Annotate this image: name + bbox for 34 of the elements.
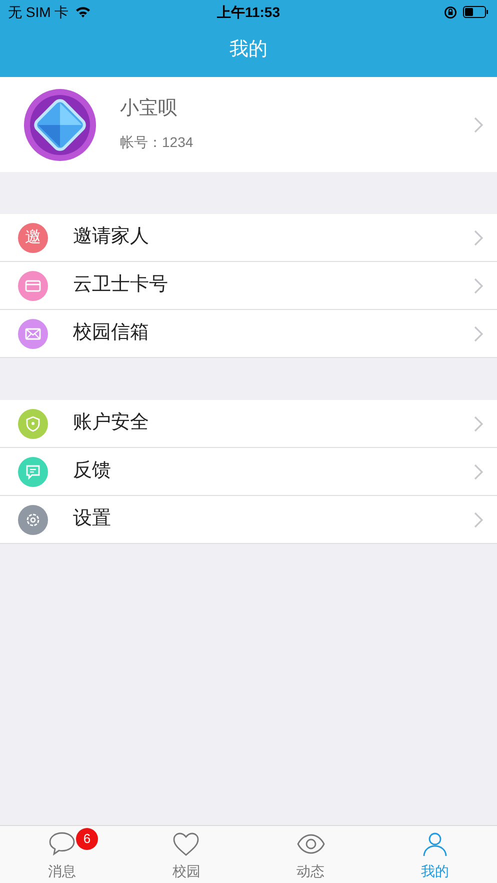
battery-icon [462,6,489,18]
menu-item[interactable]: 设置 [0,496,497,544]
wifi-icon [74,6,91,18]
tab-item[interactable]: 动态 [248,826,373,883]
rotation-lock-icon [444,6,457,18]
tab-item[interactable]: 消息 6 [0,826,124,883]
carrier-label: 无 SIM 卡 [8,2,69,22]
avatar-icon [24,88,96,160]
menu-label: 云卫士卡号 [73,273,169,298]
account-number: 帐号：1234 [120,133,194,152]
menu-item[interactable]: 云卫士卡号 [0,262,497,310]
chevron-right-icon [474,416,483,432]
page-title: 我的 [230,38,268,62]
menu-item[interactable]: 邀 邀请家人 [0,214,497,262]
chevron-right-icon [474,230,483,246]
tab-item[interactable]: 校园 [124,826,248,883]
chevron-right-icon [474,512,483,528]
menu-item[interactable]: 账户安全 [0,400,497,448]
menu-item[interactable]: 校园信箱 [0,310,497,358]
invite-badge: 邀 [18,222,48,252]
chevron-right-icon [474,116,483,132]
menu-label: 反馈 [73,459,112,484]
chevron-right-icon [474,326,483,342]
menu-label: 校园信箱 [73,321,150,346]
menu-label: 邀请家人 [73,225,150,250]
menu-label: 账户安全 [73,411,150,436]
chevron-right-icon [474,464,483,480]
profile-card[interactable]: 小宝呗 帐号：1234 [0,77,497,172]
unread-count-badge: 6 [76,828,98,850]
chevron-right-icon [474,278,483,294]
menu-label: 设置 [73,507,112,532]
menu-item[interactable]: 反馈 [0,448,497,496]
clock-time: 上午11:53 [216,2,280,22]
user-name: 小宝呗 [120,97,178,121]
